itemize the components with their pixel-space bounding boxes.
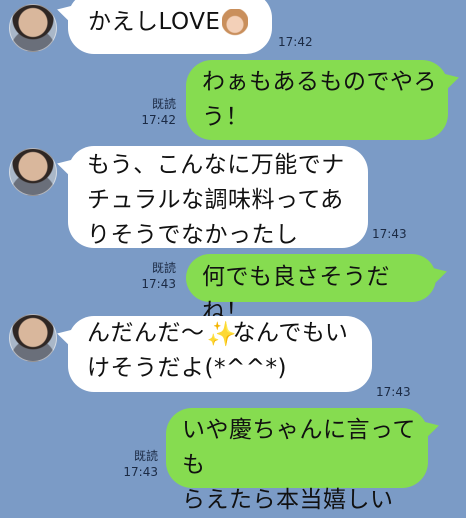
- read-receipt: 既読 17:43: [130, 260, 176, 292]
- message-text-line: いや慶ちゃんに言っても: [182, 417, 416, 478]
- girl-emoji-icon: [222, 8, 249, 37]
- message-time: 17:43: [372, 227, 407, 241]
- read-receipt: 既読 17:42: [130, 96, 176, 128]
- message-text-line: もう、こんなに万能でナ: [87, 152, 345, 178]
- message-time: 17:43: [123, 465, 158, 479]
- message-time: 17:43: [141, 277, 176, 291]
- read-receipt: 既読 17:43: [112, 448, 158, 480]
- outgoing-message-bubble[interactable]: わぁもあるものでやろ う！: [186, 60, 448, 140]
- message-time: 17:42: [141, 113, 176, 127]
- read-label: 既読: [133, 449, 158, 463]
- avatar[interactable]: [9, 314, 57, 362]
- read-label: 既読: [151, 261, 176, 275]
- message-text-line: らえたら本当嬉しい: [182, 487, 394, 513]
- avatar[interactable]: [9, 148, 57, 196]
- message-text-line: う！: [202, 104, 249, 130]
- message-text: なんでもい: [232, 320, 349, 346]
- message-text-line: んだんだ〜✨なんでもい: [87, 316, 372, 351]
- message-time: 17:42: [278, 35, 313, 49]
- message-text: かえしLOVE: [88, 9, 221, 35]
- outgoing-message-bubble[interactable]: いや慶ちゃんに言っても らえたら本当嬉しい: [166, 408, 428, 513]
- message-time: 17:43: [376, 385, 411, 399]
- message-text: んだんだ〜: [87, 320, 205, 346]
- sparkle-icon: ✨: [206, 319, 237, 348]
- outgoing-message-bubble[interactable]: 何でも良さそうだね！: [186, 254, 436, 325]
- message-text-line: わぁもあるものでやろ: [202, 69, 437, 95]
- incoming-message-bubble[interactable]: かえしLOVE: [68, 0, 272, 54]
- read-label: 既読: [151, 97, 176, 111]
- message-text-line: チュラルな調味料ってあ: [87, 187, 344, 213]
- incoming-message-bubble[interactable]: んだんだ〜✨なんでもい けそうだよ(*^^*): [68, 316, 372, 392]
- incoming-message-bubble[interactable]: もう、こんなに万能でナ チュラルな調味料ってあ りそうでなかったし: [68, 146, 368, 248]
- message-text-line: けそうだよ(*^^*): [87, 355, 287, 381]
- message-text-line: りそうでなかったし: [87, 222, 299, 248]
- avatar[interactable]: [9, 4, 57, 52]
